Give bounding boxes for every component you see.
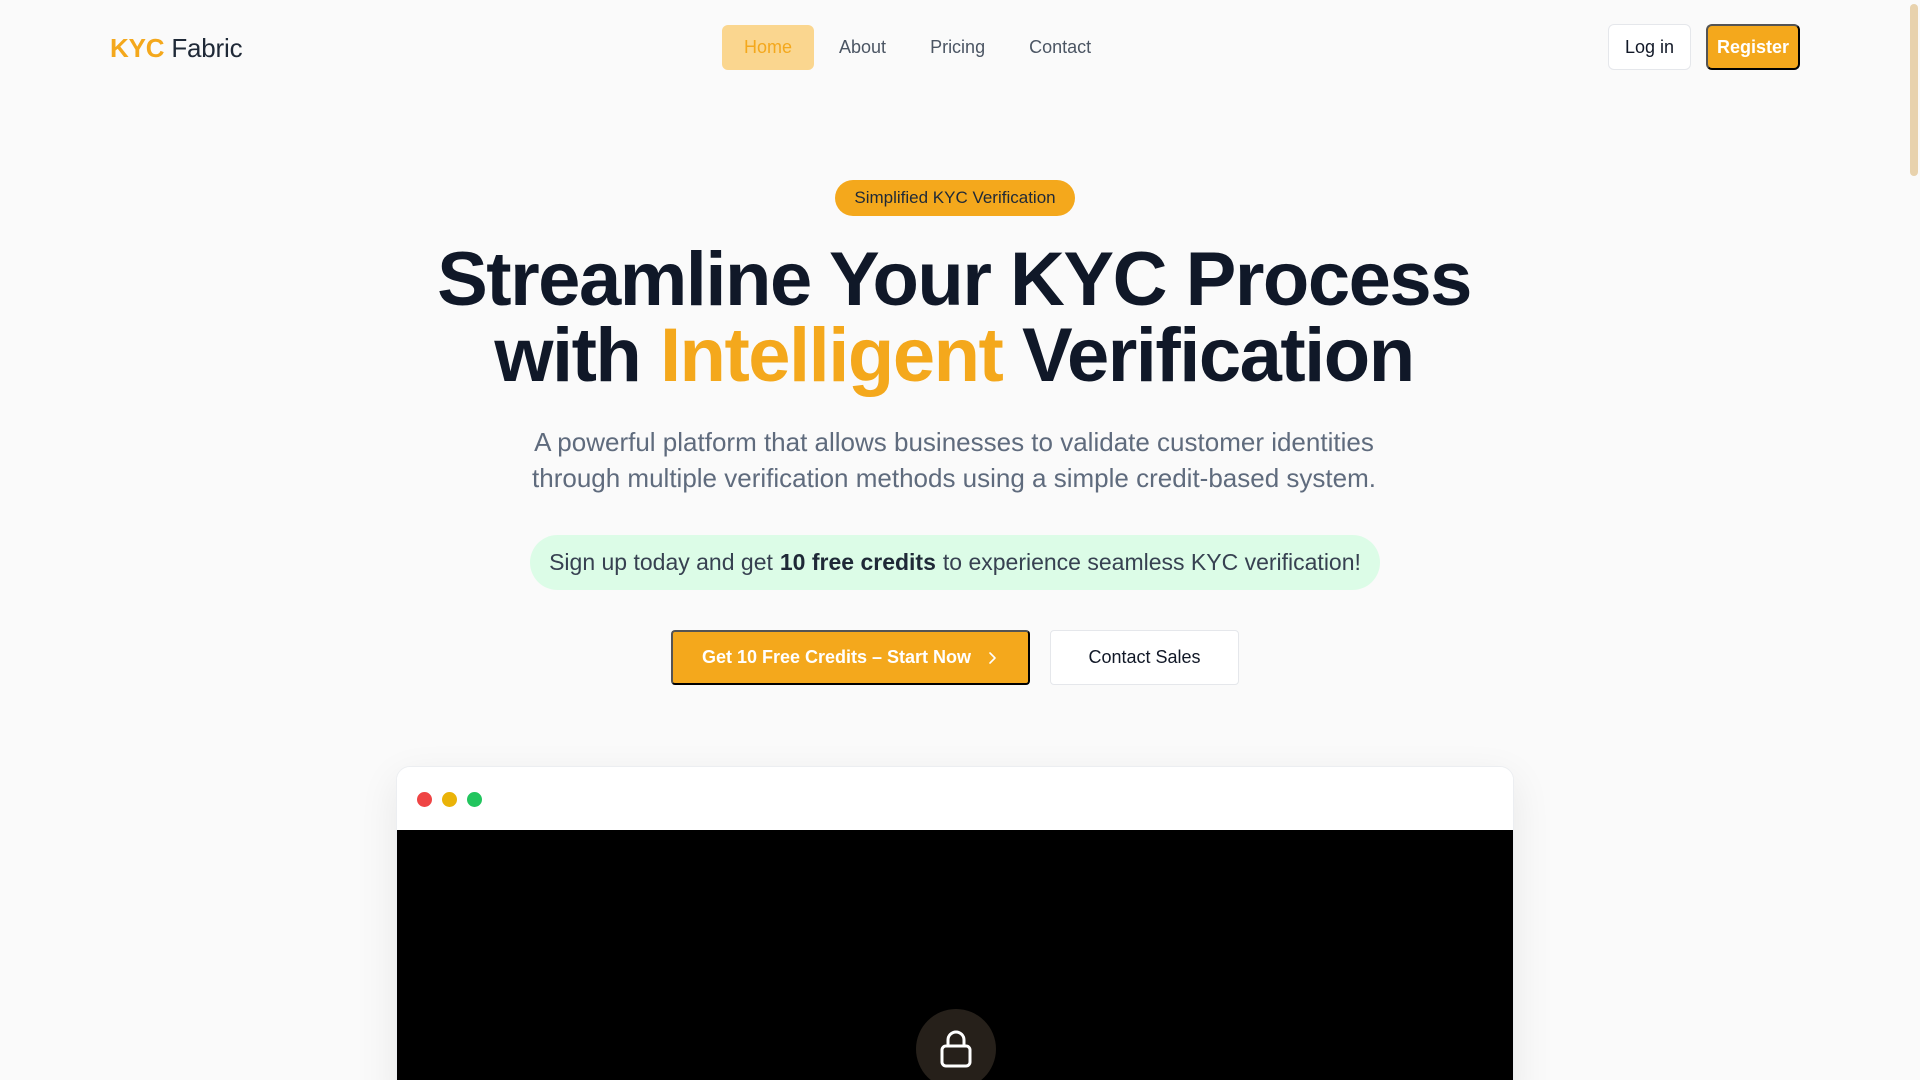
nav-item-about[interactable]: About bbox=[817, 25, 908, 70]
hero-badge: Simplified KYC Verification bbox=[835, 180, 1075, 216]
headline-line-2-pre: with bbox=[494, 313, 641, 398]
main-nav: Home About Pricing Contact bbox=[722, 25, 1113, 70]
scrollbar-thumb[interactable] bbox=[1910, 4, 1918, 176]
headline-accent-word: Intelligent bbox=[659, 313, 1004, 398]
headline-line-2-post: Verification bbox=[1021, 313, 1415, 398]
logo[interactable]: KYC Fabric bbox=[110, 32, 243, 64]
headline-line-1: Streamline Your KYC Process bbox=[437, 237, 1472, 322]
nav-item-contact[interactable]: Contact bbox=[1007, 25, 1113, 70]
chevron-right-icon bbox=[989, 651, 996, 664]
get-free-credits-button[interactable]: Get 10 Free Credits – Start Now bbox=[671, 630, 1030, 685]
subtitle-line-1: A powerful platform that allows business… bbox=[534, 427, 1374, 457]
promo-text-bold: 10 free credits bbox=[779, 549, 936, 575]
lock-badge bbox=[916, 1009, 996, 1080]
primary-cta-label: Get 10 Free Credits – Start Now bbox=[701, 647, 972, 667]
logo-accent-text: KYC bbox=[110, 33, 165, 63]
window-maximize-dot-icon bbox=[467, 792, 482, 807]
page-scrollbar[interactable] bbox=[1908, 0, 1920, 1080]
hero-subtitle: A powerful platform that allows business… bbox=[0, 424, 1908, 496]
promo-text-pre: Sign up today and get bbox=[549, 549, 773, 575]
free-credits-banner: Sign up today and get 10 free credits to… bbox=[530, 535, 1380, 590]
lock-icon bbox=[940, 1030, 972, 1068]
window-close-dot-icon bbox=[417, 792, 432, 807]
preview-screen bbox=[397, 830, 1513, 1080]
window-minimize-dot-icon bbox=[442, 792, 457, 807]
app-preview-window bbox=[396, 766, 1514, 1080]
nav-item-pricing[interactable]: Pricing bbox=[908, 25, 1007, 70]
promo-text-post: to experience seamless KYC verification! bbox=[942, 549, 1361, 575]
register-button[interactable]: Register bbox=[1706, 24, 1800, 70]
site-header: KYC Fabric Home About Pricing Contact Lo… bbox=[0, 0, 1908, 96]
subtitle-line-2: through multiple verification methods us… bbox=[532, 463, 1376, 493]
logo-rest-text: Fabric bbox=[171, 33, 243, 63]
hero-headline: Streamline Your KYC Process with Intelli… bbox=[0, 242, 1908, 394]
window-titlebar bbox=[397, 767, 1513, 830]
nav-item-home[interactable]: Home bbox=[722, 25, 815, 70]
contact-sales-button[interactable]: Contact Sales bbox=[1050, 630, 1239, 685]
login-button[interactable]: Log in bbox=[1608, 24, 1691, 70]
